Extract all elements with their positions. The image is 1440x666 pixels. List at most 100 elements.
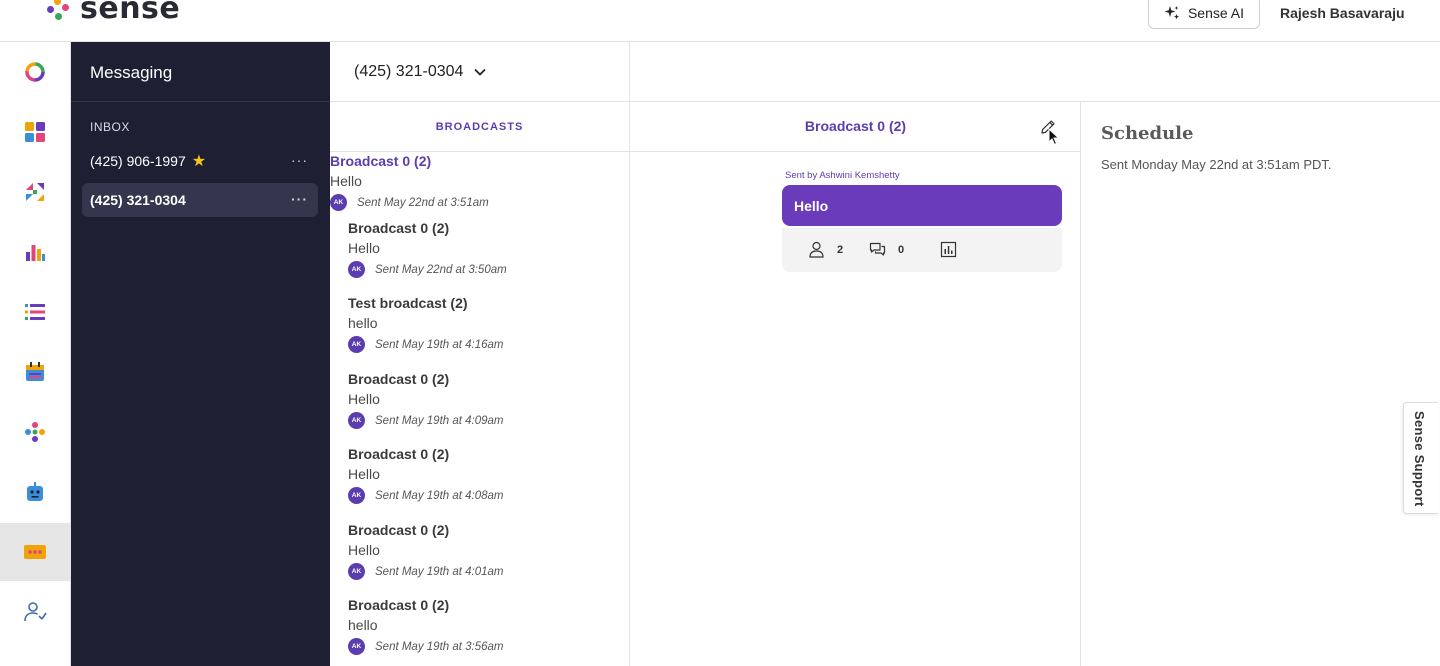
- sent-by-label: Sent by Ashwini Kemshetty: [785, 170, 900, 181]
- broadcast-list-item[interactable]: Broadcast 0 (2) Hello AK Sent May 19th a…: [348, 446, 618, 504]
- support-label: Sense Support: [1412, 411, 1427, 507]
- avatar: AK: [348, 638, 365, 655]
- broadcast-sent-time: Sent May 19th at 4:09am: [375, 414, 504, 427]
- broadcast-sent-time: Sent May 22nd at 3:50am: [375, 263, 507, 276]
- phone-number-label: (425) 321-0304: [354, 62, 464, 80]
- dashboard-grid-icon: [25, 122, 45, 142]
- broadcast-title: Broadcast 0 (2): [348, 597, 450, 613]
- phone-number-selector[interactable]: (425) 321-0304: [330, 42, 630, 102]
- replies-count: 0: [898, 243, 905, 256]
- more-options-icon[interactable]: ···: [291, 152, 308, 168]
- broadcasts-column-title: BROADCASTS: [330, 102, 629, 152]
- rail-item-users[interactable]: [0, 583, 70, 641]
- sidebar-title: Messaging: [90, 63, 173, 82]
- sense-ai-label: Sense AI: [1187, 4, 1245, 21]
- recipients-stat[interactable]: 2: [808, 241, 843, 258]
- recipients-count: 2: [837, 243, 844, 256]
- broadcast-meta: AK Sent May 19th at 4:08am: [348, 487, 618, 504]
- people-network-icon: [25, 422, 45, 442]
- broadcast-body: Hello: [348, 240, 380, 256]
- broadcast-list-item[interactable]: Broadcast 0 (2) hello AK Sent May 19th a…: [348, 597, 618, 655]
- broadcast-list-item[interactable]: Broadcast 0 (2) Hello AK Sent May 19th a…: [348, 371, 618, 429]
- broadcast-meta: AK Sent May 19th at 4:01am: [348, 563, 618, 580]
- inbox-item[interactable]: (425) 906-1997 ★ ···: [82, 144, 318, 178]
- rail-item-community[interactable]: [0, 403, 70, 461]
- user-menu[interactable]: Rajesh Basavaraju: [1280, 5, 1405, 21]
- broadcast-list-item[interactable]: Broadcast 0 (2) Hello AK Sent May 19th a…: [348, 522, 618, 580]
- avatar: AK: [348, 412, 365, 429]
- list-icon: [25, 304, 45, 320]
- avatar: AK: [348, 563, 365, 580]
- broadcast-sent-time: Sent May 19th at 4:08am: [375, 489, 504, 502]
- sidebar-divider: [71, 101, 330, 102]
- broadcast-title: Broadcast 0 (2): [348, 522, 450, 538]
- chat-bubbles-icon: [869, 242, 886, 256]
- broadcast-body: hello: [348, 315, 378, 331]
- sense-support-tab[interactable]: Sense Support: [1403, 402, 1438, 514]
- broadcast-list-item[interactable]: Test broadcast (2) hello AK Sent May 19t…: [348, 295, 618, 353]
- star-icon: ★: [191, 153, 207, 170]
- broadcast-sent-time: Sent May 19th at 4:01am: [375, 565, 504, 578]
- logo-text: sense: [80, 0, 181, 26]
- broadcast-sent-time: Sent May 19th at 3:56am: [375, 640, 504, 653]
- report-chart-icon: [940, 241, 957, 258]
- broadcast-sent-time: Sent May 19th at 4:16am: [375, 338, 504, 351]
- rail-item-analytics[interactable]: [0, 223, 70, 281]
- broadcast-meta: AK Sent May 19th at 3:56am: [348, 638, 618, 655]
- message-stats: 2 0: [782, 228, 1062, 272]
- bar-chart-icon: [26, 245, 45, 261]
- avatar: AK: [330, 194, 347, 211]
- broadcast-title: Broadcast 0 (2): [348, 220, 450, 236]
- calendar-icon: [26, 362, 44, 381]
- broadcast-title: Broadcast 0 (2): [330, 153, 432, 169]
- broadcast-body: Hello: [348, 466, 380, 482]
- messaging-sidebar: Messaging INBOX (425) 906-1997 ★ ··· (42…: [71, 42, 330, 666]
- analytics-stat[interactable]: [940, 241, 969, 258]
- broadcast-body: hello: [348, 617, 378, 633]
- detail-header: Broadcast 0 (2): [630, 102, 1080, 152]
- broadcast-title: Broadcast 0 (2): [348, 446, 450, 462]
- broadcast-title: Test broadcast (2): [348, 295, 468, 311]
- robot-icon: [27, 482, 43, 501]
- rail-item-bots[interactable]: [0, 463, 70, 521]
- header-spacer: [630, 42, 1440, 102]
- avatar: AK: [348, 336, 365, 353]
- rail-item-lists[interactable]: [0, 283, 70, 341]
- rail-item-calendar[interactable]: [0, 343, 70, 401]
- sense-logo[interactable]: sense: [46, 0, 180, 24]
- rail-item-dashboard[interactable]: [0, 103, 70, 161]
- replies-stat[interactable]: 0: [869, 241, 904, 258]
- schedule-sent-text: Sent Monday May 22nd at 3:51am PDT.: [1101, 157, 1332, 172]
- mouse-cursor-icon: [1048, 128, 1060, 146]
- broadcasts-column: BROADCASTS Broadcast 0 (2) Hello AK Sent…: [330, 102, 630, 666]
- schedule-panel: Schedule Sent Monday May 22nd at 3:51am …: [1081, 102, 1440, 666]
- donut-chart-icon: [25, 62, 45, 82]
- chevron-down-icon: [474, 68, 487, 76]
- more-options-icon[interactable]: ···: [291, 191, 308, 207]
- schedule-title: Schedule: [1101, 123, 1194, 144]
- avatar: AK: [348, 487, 365, 504]
- rail-item-messaging[interactable]: [0, 523, 70, 581]
- broadcast-list-item[interactable]: Broadcast 0 (2) Hello AK Sent May 22nd a…: [330, 153, 600, 211]
- message-text: Hello: [794, 197, 829, 214]
- broadcast-list-item[interactable]: Broadcast 0 (2) Hello AK Sent May 22nd a…: [348, 220, 618, 278]
- inbox-item-selected[interactable]: (425) 321-0304 ···: [82, 183, 318, 217]
- sense-ai-button[interactable]: Sense AI: [1148, 0, 1260, 29]
- arrows-exchange-icon: [26, 183, 44, 201]
- broadcast-detail: Broadcast 0 (2) Sent by Ashwini Kemshett…: [630, 102, 1081, 666]
- sparkle-icon: [1164, 5, 1180, 19]
- broadcast-meta: AK Sent May 22nd at 3:51am: [330, 194, 600, 211]
- broadcast-meta: AK Sent May 22nd at 3:50am: [348, 261, 618, 278]
- top-bar: sense Sense AI Rajesh Basavaraju: [0, 0, 1440, 42]
- broadcast-meta: AK Sent May 19th at 4:16am: [348, 336, 618, 353]
- broadcast-body: Hello: [330, 173, 362, 189]
- inbox-item-label: (425) 906-1997: [90, 153, 186, 169]
- inbox-item-label: (425) 321-0304: [90, 192, 186, 208]
- broadcast-sent-time: Sent May 22nd at 3:51am: [357, 196, 489, 209]
- avatar: AK: [348, 261, 365, 278]
- broadcast-meta: AK Sent May 19th at 4:09am: [348, 412, 618, 429]
- rail-item-home[interactable]: [0, 43, 70, 101]
- inbox-section-label: INBOX: [90, 120, 130, 134]
- messaging-icon: [24, 545, 46, 559]
- rail-item-integrations[interactable]: [0, 163, 70, 221]
